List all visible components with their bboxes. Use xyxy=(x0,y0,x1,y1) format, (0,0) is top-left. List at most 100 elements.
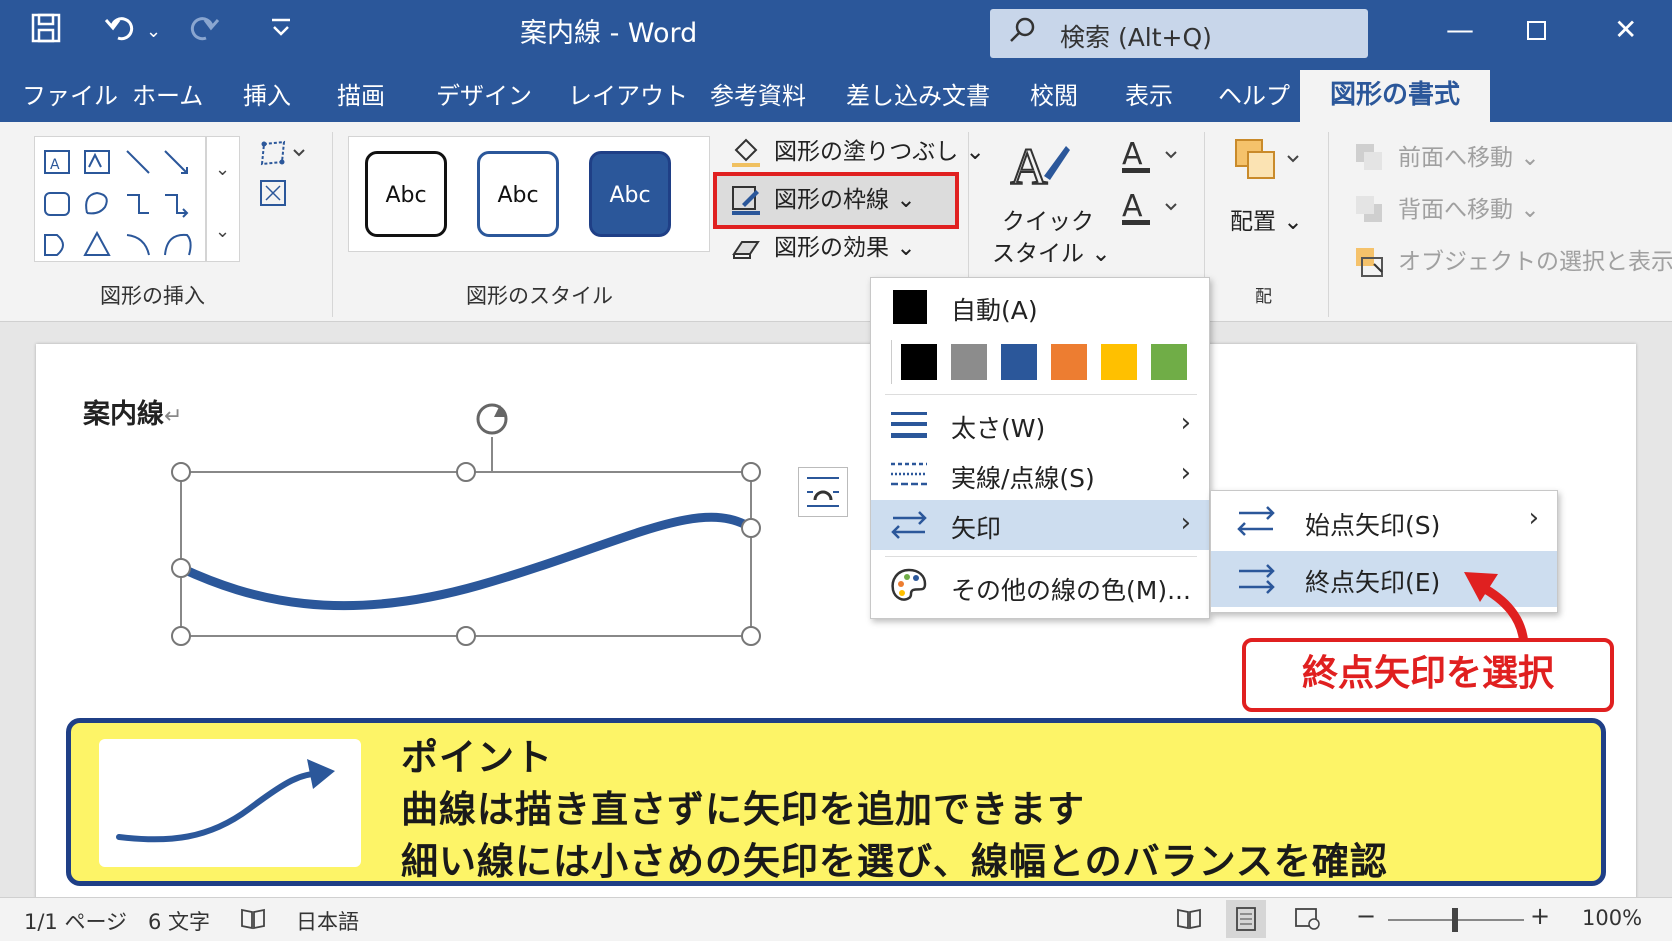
tab-layout[interactable]: レイアウト xyxy=(568,76,688,116)
style-sample-outline-black[interactable]: Abc xyxy=(365,151,447,237)
shape-outline-chevron-icon: ⌄ xyxy=(896,187,916,213)
text-outline-icon[interactable]: A xyxy=(1120,188,1180,235)
tab-shape-format[interactable]: 図形の書式 xyxy=(1300,70,1490,122)
menu-item-dashes-label: 実線/点線(S) xyxy=(951,464,1095,493)
edit-shape-icon[interactable] xyxy=(258,138,308,175)
print-layout-icon[interactable] xyxy=(1226,900,1266,938)
style-sample-filled-blue[interactable]: Abc xyxy=(589,151,671,237)
send-backward-icon xyxy=(1354,194,1384,231)
save-icon[interactable] xyxy=(30,12,62,55)
layout-options-icon[interactable] xyxy=(798,467,848,517)
svg-text:A: A xyxy=(1122,189,1143,224)
chevron-right-icon: › xyxy=(1180,458,1191,488)
end-arrow-icon xyxy=(1235,559,1277,607)
arrange-icon[interactable] xyxy=(1232,136,1302,193)
shape-style-gallery[interactable]: Abc Abc Abc xyxy=(348,136,710,252)
svg-text:A: A xyxy=(50,157,60,173)
swatch-orange[interactable] xyxy=(1051,344,1087,380)
shape-effects-button[interactable]: 図形の効果 ⌄ xyxy=(774,232,916,264)
quick-styles-button[interactable]: スタイル ⌄ xyxy=(992,238,1111,270)
shapes-gallery-icons: A xyxy=(44,150,192,256)
send-backward-button[interactable]: 背面へ移動 ⌄ xyxy=(1398,194,1540,226)
search-placeholder: 検索 (Alt+Q) xyxy=(1060,23,1212,52)
tab-draw[interactable]: 描画 xyxy=(337,76,385,116)
point-title: ポイント xyxy=(401,736,553,779)
tab-insert[interactable]: 挿入 xyxy=(243,76,291,116)
shape-outline-button[interactable]: 図形の枠線 ⌄ xyxy=(774,184,916,216)
menu-item-dashes[interactable]: 実線/点線(S) › xyxy=(871,450,1209,500)
web-layout-icon[interactable] xyxy=(1294,906,1320,935)
search-icon xyxy=(1008,15,1038,52)
zoom-out-icon[interactable]: − xyxy=(1356,902,1376,930)
shape-outline-menu: 自動(A) 太さ(W) › 実線/点線(S) › 矢印 › その他の線の色(M)… xyxy=(870,277,1210,619)
arrows-icon xyxy=(889,504,929,552)
shapes-gallery-scroll[interactable]: ⌄ ⌄ xyxy=(206,136,240,262)
menu-item-more-colors[interactable]: その他の線の色(M)... xyxy=(871,562,1209,612)
tab-help[interactable]: ヘルプ xyxy=(1218,76,1290,116)
gallery-expand-chevron-icon[interactable]: ⌄ xyxy=(215,221,230,242)
curve-line[interactable] xyxy=(176,512,756,611)
point-line-2: 細い線には小さめの矢印を選び、線幅とのバランスを確認 xyxy=(401,840,1388,883)
quick-styles-line1[interactable]: クイック xyxy=(1002,206,1094,238)
zoom-level[interactable]: 100% xyxy=(1582,906,1642,930)
quick-styles-icon[interactable]: A xyxy=(1009,136,1072,203)
zoom-in-icon[interactable]: + xyxy=(1530,902,1550,930)
tab-view[interactable]: 表示 xyxy=(1125,76,1173,116)
swatch-gray[interactable] xyxy=(951,344,987,380)
curve-shape[interactable] xyxy=(160,395,860,655)
zoom-slider-thumb[interactable] xyxy=(1452,908,1458,932)
bring-forward-icon xyxy=(1354,142,1384,179)
minimize-icon[interactable]: — xyxy=(1446,10,1474,50)
undo-icon[interactable] xyxy=(104,12,138,55)
menu-separator xyxy=(885,556,1197,557)
gallery-more-chevron-icon[interactable]: ⌄ xyxy=(215,159,230,180)
proofing-icon[interactable] xyxy=(240,906,266,935)
tab-review[interactable]: 校閲 xyxy=(1030,76,1078,116)
customize-toolbar-icon[interactable] xyxy=(270,12,292,56)
tab-file[interactable]: ファイル xyxy=(22,76,118,116)
page-count[interactable]: 1/1 ページ xyxy=(24,906,127,936)
group-divider xyxy=(1328,132,1329,317)
word-count[interactable]: 6 文字 xyxy=(148,906,210,936)
arrange-button[interactable]: 配置 ⌄ xyxy=(1230,206,1303,238)
tab-references[interactable]: 参考資料 xyxy=(710,76,806,116)
chevron-right-icon: › xyxy=(1180,508,1191,538)
swatch-gold[interactable] xyxy=(1101,344,1137,380)
close-icon[interactable]: ✕ xyxy=(1614,10,1637,50)
selection-pane-button[interactable]: オブジェクトの選択と表示 xyxy=(1398,246,1672,278)
swatch-green[interactable] xyxy=(1151,344,1187,380)
document-title: 案内線 - Word xyxy=(520,18,698,49)
swatch-black[interactable] xyxy=(901,344,937,380)
dash-style-icon xyxy=(889,454,929,502)
point-box: ポイント 曲線は描き直さずに矢印を追加できます 細い線には小さめの矢印を選び、線… xyxy=(66,718,1606,886)
maximize-icon[interactable] xyxy=(1526,10,1548,61)
menu-item-automatic[interactable]: 自動(A) xyxy=(871,282,1209,332)
menu-item-weight[interactable]: 太さ(W) › xyxy=(871,400,1209,450)
undo-dropdown-chevron-icon[interactable]: ⌄ xyxy=(146,12,161,52)
resize-handles[interactable] xyxy=(171,462,761,646)
bring-forward-button[interactable]: 前面へ移動 ⌄ xyxy=(1398,142,1540,174)
point-thumbnail xyxy=(99,739,361,867)
tab-design[interactable]: デザイン xyxy=(436,76,532,116)
search-input[interactable]: 検索 (Alt+Q) xyxy=(990,9,1368,58)
tab-home[interactable]: ホーム xyxy=(132,76,203,116)
text-fill-icon[interactable]: A xyxy=(1120,136,1180,183)
swatch-blue[interactable] xyxy=(1001,344,1037,380)
ribbon-tabs: ファイル ホーム 挿入 描画 デザイン レイアウト 参考資料 差し込み文書 校閲… xyxy=(0,66,1672,122)
menu-item-arrows-label: 矢印 xyxy=(951,514,1002,543)
redo-icon[interactable] xyxy=(186,12,220,55)
bring-forward-label: 前面へ移動 xyxy=(1398,145,1513,171)
language[interactable]: 日本語 xyxy=(296,906,359,936)
text-box-icon[interactable] xyxy=(258,178,288,215)
tab-mailings[interactable]: 差し込み文書 xyxy=(846,76,990,116)
rotate-handle-icon[interactable] xyxy=(476,403,508,435)
submenu-item-start-arrow[interactable]: 始点矢印(S) › xyxy=(1211,495,1557,549)
shape-fill-button[interactable]: 図形の塗りつぶし ⌄ xyxy=(774,136,985,168)
menu-item-arrows[interactable]: 矢印 › xyxy=(871,500,1209,550)
shapes-gallery[interactable]: A xyxy=(34,136,206,262)
read-mode-icon[interactable] xyxy=(1176,906,1202,935)
shape-outline-pen-icon xyxy=(730,184,762,223)
curved-arrow-icon xyxy=(116,759,335,843)
style-sample-outline-blue[interactable]: Abc xyxy=(477,151,559,237)
submenu-item-start-arrow-label: 始点矢印(S) xyxy=(1305,511,1441,540)
